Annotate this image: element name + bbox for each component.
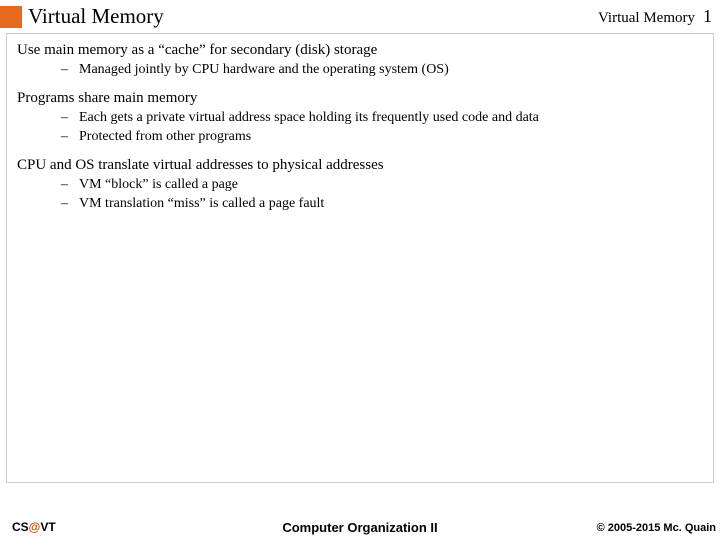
sub-bullet-item: VM “block” is called a page bbox=[61, 176, 703, 195]
bullet-heading: Programs share main memory bbox=[17, 90, 703, 107]
footer-brand-prefix: CS bbox=[12, 520, 29, 534]
sub-bullet-item: Managed jointly by CPU hardware and the … bbox=[61, 61, 703, 80]
header-accent-square bbox=[0, 6, 22, 28]
footer-brand-at: @ bbox=[29, 520, 41, 534]
footer-course-title: Computer Organization II bbox=[282, 520, 437, 535]
page-number: 1 bbox=[703, 6, 712, 26]
header-right-group: Virtual Memory 1 bbox=[598, 6, 712, 27]
slide-content-box: Use main memory as a “cache” for seconda… bbox=[6, 33, 714, 483]
sub-bullet-item: Each gets a private virtual address spac… bbox=[61, 109, 703, 128]
bullet-heading: CPU and OS translate virtual addresses t… bbox=[17, 157, 703, 174]
slide-header: Virtual Memory Virtual Memory 1 bbox=[0, 0, 720, 31]
sub-bullet-item: Protected from other programs bbox=[61, 128, 703, 147]
footer-brand-suffix: VT bbox=[40, 520, 55, 534]
bullet-heading: Use main memory as a “cache” for seconda… bbox=[17, 42, 703, 59]
header-section-label: Virtual Memory bbox=[598, 10, 695, 26]
slide-title: Virtual Memory bbox=[28, 4, 598, 29]
footer-left-brand: CS@VT bbox=[12, 520, 56, 534]
sub-bullet-list: Each gets a private virtual address spac… bbox=[61, 109, 703, 147]
slide-footer: CS@VT Computer Organization II © 2005-20… bbox=[0, 520, 720, 534]
sub-bullet-list: VM “block” is called a page VM translati… bbox=[61, 176, 703, 214]
footer-copyright: © 2005-2015 Mc. Quain bbox=[597, 522, 716, 534]
sub-bullet-item: VM translation “miss” is called a page f… bbox=[61, 195, 703, 214]
sub-bullet-list: Managed jointly by CPU hardware and the … bbox=[61, 61, 703, 80]
